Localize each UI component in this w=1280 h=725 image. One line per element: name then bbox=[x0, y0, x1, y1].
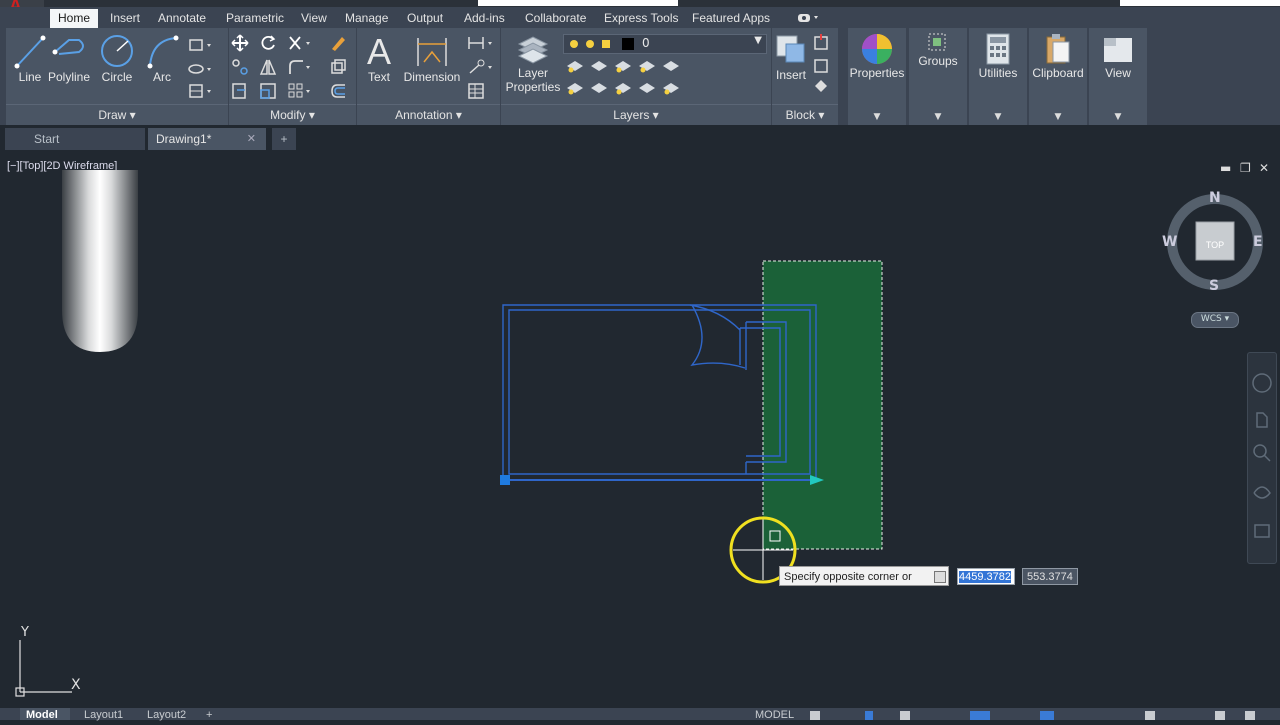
tab-layout1[interactable]: Layout1 bbox=[78, 708, 136, 721]
orbit-icon bbox=[1253, 486, 1271, 499]
status-bar: Model Layout1 Layout2 + MODEL bbox=[0, 708, 1280, 721]
showmotion-icon bbox=[1254, 524, 1270, 538]
navigation-bar bbox=[1247, 352, 1277, 564]
model-space-toggle[interactable]: MODEL bbox=[755, 708, 794, 721]
prompt-text: Specify opposite corner or bbox=[784, 571, 912, 583]
y-coordinate-input[interactable]: 553.3774 bbox=[1022, 568, 1078, 585]
ucs-y-label: Y bbox=[21, 625, 29, 640]
steering-wheel-icon bbox=[1252, 373, 1272, 393]
status-toggles[interactable] bbox=[805, 708, 1275, 720]
compass-n[interactable]: N bbox=[1209, 190, 1221, 206]
tab-layout2[interactable]: Layout2 bbox=[141, 708, 199, 721]
tab-model[interactable]: Model bbox=[20, 708, 70, 721]
nav-tools[interactable] bbox=[1248, 353, 1276, 553]
pan-icon bbox=[1256, 412, 1268, 428]
x-coordinate-input[interactable]: 4459.3782 bbox=[957, 568, 1015, 585]
selection-window bbox=[762, 260, 883, 550]
compass-w[interactable]: W bbox=[1162, 234, 1177, 250]
ucs-icon bbox=[15, 640, 72, 697]
wcs-menu[interactable]: WCS ▾ bbox=[1191, 312, 1239, 328]
prompt-options-icon[interactable] bbox=[934, 571, 946, 583]
add-layout-button[interactable]: + bbox=[206, 708, 212, 721]
viewcube-top-label[interactable]: TOP bbox=[1203, 240, 1227, 250]
cursor-overlay-shape bbox=[62, 170, 138, 352]
grip-square[interactable] bbox=[500, 475, 510, 485]
drawing-canvas bbox=[15, 170, 1263, 697]
compass-s[interactable]: S bbox=[1209, 278, 1219, 294]
ucs-x-label: X bbox=[71, 677, 81, 693]
compass-e[interactable]: E bbox=[1253, 234, 1263, 250]
command-prompt-tooltip: Specify opposite corner or bbox=[779, 566, 949, 586]
